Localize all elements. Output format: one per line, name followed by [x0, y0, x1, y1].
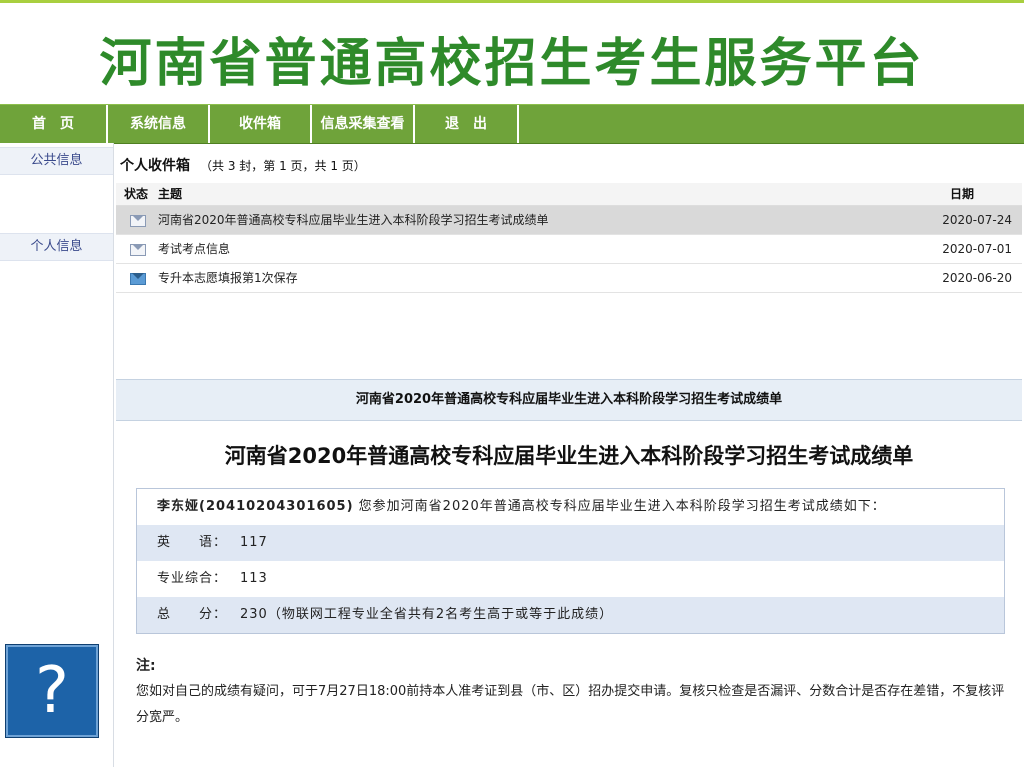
message-subject[interactable]: 考试考点信息: [158, 235, 230, 263]
main-nav: 首 页 系统信息 收件箱 信息采集查看 退 出: [0, 104, 1024, 144]
site-title: 河南省普通高校招生考生服务平台: [99, 34, 925, 94]
score-value: 117: [240, 535, 268, 550]
message-subject[interactable]: 专升本志愿填报第1次保存: [158, 264, 298, 292]
inbox-title: 个人收件箱 （共 3 封，第 1 页，共 1 页）: [120, 155, 366, 175]
score-row: 专业综合： 113: [137, 561, 1004, 597]
envelope-open-icon: [130, 244, 146, 256]
sidebar-item-public-info[interactable]: 公共信息: [0, 147, 113, 175]
help-icon[interactable]: ?: [6, 645, 98, 737]
score-label: 总 分：: [157, 607, 228, 622]
score-row: 英 语： 117: [137, 525, 1004, 561]
nav-system-info[interactable]: 系统信息: [108, 105, 210, 143]
score-intro-row: 李东娅(20410204301605) 您参加河南省2020年普通高校专科应届毕…: [137, 489, 1004, 525]
message-subject[interactable]: 河南省2020年普通高校专科应届毕业生进入本科阶段学习招生考试成绩单: [158, 206, 549, 234]
score-value: 230（物联网工程专业全省共有2名考生高于或等于此成绩）: [240, 607, 614, 622]
nav-info-collection[interactable]: 信息采集查看: [312, 105, 415, 143]
message-date: 2020-06-20: [942, 271, 1012, 285]
nav-logout[interactable]: 退 出: [415, 105, 519, 143]
score-row: 总 分： 230（物联网工程专业全省共有2名考生高于或等于此成绩）: [137, 597, 1004, 633]
main-content: 个人收件箱 （共 3 封，第 1 页，共 1 页） 状态 主题 日期 河南省202…: [116, 143, 1024, 767]
score-value: 113: [240, 571, 268, 586]
note-label: 注:: [136, 658, 156, 674]
message-detail-header: 河南省2020年普通高校专科应届毕业生进入本科阶段学习招生考试成绩单: [116, 379, 1022, 421]
envelope-open-icon: [130, 215, 146, 227]
score-intro-text: 您参加河南省2020年普通高校专科应届毕业生进入本科阶段学习招生考试成绩如下：: [358, 499, 886, 514]
note-text: 您如对自己的成绩有疑问，可于7月27日18:00前持本人准考证到县（市、区）招办…: [136, 684, 1005, 725]
score-label: 英 语：: [157, 535, 228, 550]
student-name-id: 李东娅(20410204301605): [157, 499, 354, 514]
inbox-summary: （共 3 封，第 1 页，共 1 页）: [200, 159, 366, 173]
inbox-row[interactable]: 河南省2020年普通高校专科应届毕业生进入本科阶段学习招生考试成绩单 2020-…: [116, 206, 1022, 235]
message-date: 2020-07-01: [942, 242, 1012, 256]
sidebar: 公共信息 个人信息 ?: [0, 143, 114, 767]
envelope-unread-icon: [130, 273, 146, 285]
sidebar-item-personal-info[interactable]: 个人信息: [0, 233, 113, 261]
nav-inbox[interactable]: 收件箱: [210, 105, 312, 143]
score-intro: 李东娅(20410204301605) 您参加河南省2020年普通高校专科应届毕…: [157, 489, 886, 525]
inbox-title-text: 个人收件箱: [120, 158, 190, 174]
col-status: 状态: [124, 187, 149, 201]
message-date: 2020-07-24: [942, 213, 1012, 227]
site-header: 河南省普通高校招生考生服务平台: [0, 3, 1024, 103]
col-date: 日期: [949, 187, 974, 201]
inbox-row[interactable]: 专升本志愿填报第1次保存 2020-06-20: [116, 264, 1022, 293]
score-sheet-title: 河南省2020年普通高校专科应届毕业生进入本科阶段学习招生考试成绩单: [224, 444, 914, 468]
score-label: 专业综合：: [157, 571, 228, 586]
inbox-row[interactable]: 考试考点信息 2020-07-01: [116, 235, 1022, 264]
inbox-column-header: 状态 主题 日期: [116, 183, 1022, 206]
score-table: 李东娅(20410204301605) 您参加河南省2020年普通高校专科应届毕…: [136, 488, 1005, 634]
nav-home[interactable]: 首 页: [0, 105, 108, 143]
col-subject: 主题: [158, 187, 183, 201]
